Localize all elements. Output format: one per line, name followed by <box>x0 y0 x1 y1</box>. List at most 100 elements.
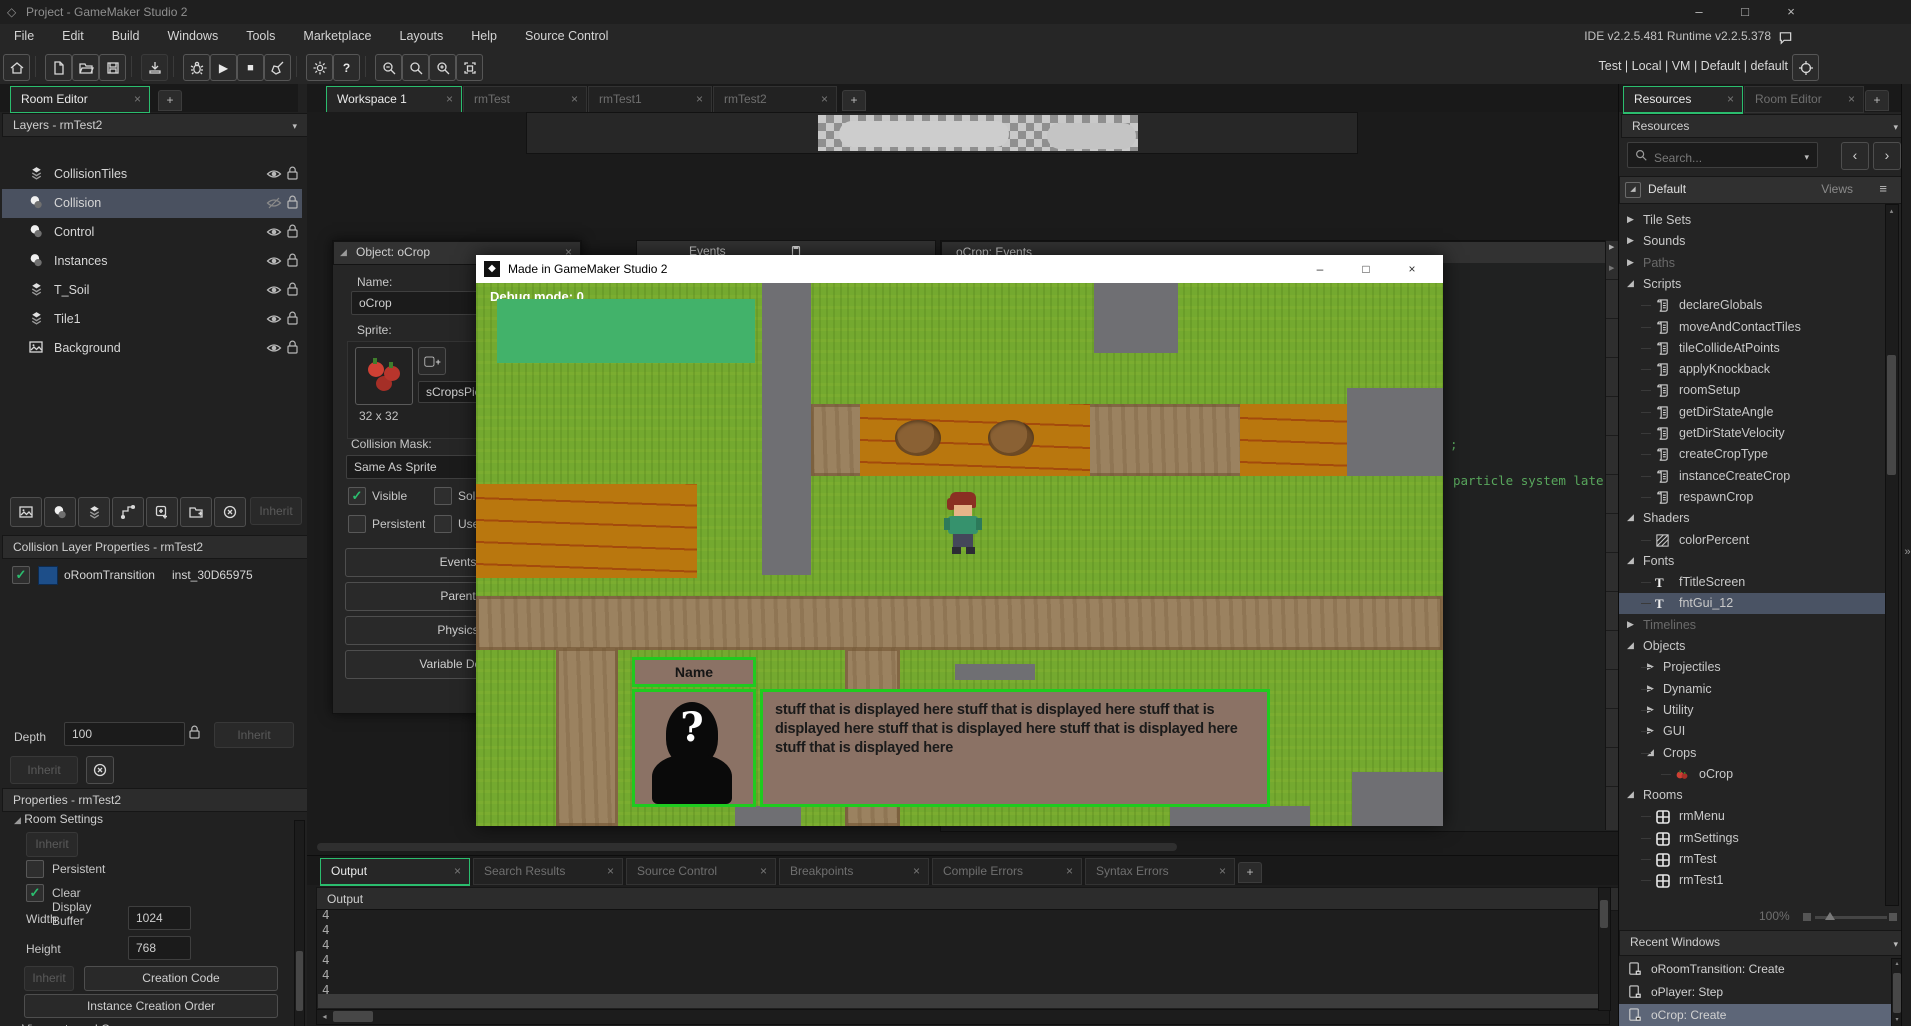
resource-rmsettings[interactable]: rmSettings <box>1619 828 1885 849</box>
output-tab-output[interactable]: Output× <box>320 858 470 886</box>
resource-fonts[interactable]: ◢Fonts <box>1619 551 1885 572</box>
persistent-checkbox[interactable] <box>348 515 366 533</box>
viewports-group[interactable]: ▸ Viewports and Cameras <box>14 1022 150 1026</box>
collapse-icon[interactable]: ◢ <box>1627 512 1634 523</box>
resource-dynamic[interactable]: ▶Dynamic <box>1619 679 1885 700</box>
open-project-button[interactable] <box>72 54 99 81</box>
clean-button[interactable] <box>264 54 291 81</box>
windows-layout-button[interactable] <box>456 54 483 81</box>
output-tab-source-control[interactable]: Source Control× <box>626 858 776 885</box>
game-window-titlebar[interactable]: ◆ Made in GameMaker Studio 2 – □ × <box>476 255 1443 283</box>
maximize-button[interactable]: □ <box>1722 0 1768 24</box>
zoom-out-button[interactable] <box>375 54 402 81</box>
creation-code-button[interactable]: Creation Code <box>84 966 278 991</box>
scrollbar-thumb[interactable] <box>296 951 303 1011</box>
settings-button[interactable] <box>306 54 333 81</box>
lock-icon[interactable] <box>286 281 300 298</box>
expand-icon[interactable]: ▶ <box>1627 214 1634 225</box>
resource-moveandcontacttiles[interactable]: moveAndContactTiles <box>1619 317 1885 338</box>
use-checkbox[interactable] <box>434 515 452 533</box>
close-icon[interactable]: × <box>696 87 703 111</box>
scroll-up-arrow[interactable]: ▴ <box>1893 960 1901 969</box>
depth-lock-icon[interactable] <box>188 724 201 740</box>
sol-checkbox[interactable] <box>434 487 452 505</box>
clear-inherit-button[interactable] <box>86 756 114 784</box>
depth-input[interactable]: 100 <box>64 722 185 746</box>
workspace-tab-rmtest2[interactable]: rmTest2× <box>713 86 837 113</box>
resource-projectiles[interactable]: ▶Projectiles <box>1619 657 1885 678</box>
close-icon[interactable]: × <box>446 87 453 111</box>
resource-paths[interactable]: ▶Paths <box>1619 253 1885 274</box>
dock-collapse-strip[interactable]: » <box>1901 84 1911 1026</box>
workspace-hscrollbar[interactable] <box>317 843 1177 851</box>
resource-rmmenu[interactable]: rmMenu <box>1619 806 1885 827</box>
workspace-tab-rmtest1[interactable]: rmTest1× <box>588 86 712 113</box>
resource-rmtest1[interactable]: rmTest1 <box>1619 870 1885 891</box>
close-icon[interactable]: × <box>1848 87 1855 111</box>
scroll-up-arrow[interactable]: ▴ <box>1887 207 1896 217</box>
collapse-icon[interactable]: ◢ <box>1627 640 1634 651</box>
resource-declareglobals[interactable]: declareGlobals <box>1619 295 1885 316</box>
resource-shaders[interactable]: ◢Shaders <box>1619 508 1885 529</box>
resource-instancecreatecrop[interactable]: instanceCreateCrop <box>1619 466 1885 487</box>
close-icon[interactable]: × <box>1219 859 1226 883</box>
expand-icon[interactable]: ▶ <box>1627 235 1634 246</box>
resource-colorpercent[interactable]: colorPercent <box>1619 530 1885 551</box>
recent-window-item[interactable]: oPlayer: Step <box>1619 981 1891 1004</box>
nav-back-button[interactable]: ‹ <box>1841 142 1869 170</box>
collapse-all-icon[interactable]: ◢ <box>1625 182 1641 198</box>
search-input[interactable]: Search...▾ <box>1627 142 1818 168</box>
close-icon[interactable]: × <box>821 87 828 111</box>
recent-windows-header[interactable]: Recent Windows▾ <box>1619 930 1909 956</box>
deploy-target-button[interactable] <box>141 54 168 81</box>
close-icon[interactable]: × <box>1727 87 1734 111</box>
eye-icon[interactable] <box>266 282 282 298</box>
workspace-tab-rmtest[interactable]: rmTest× <box>463 86 587 113</box>
add-layer-folder-button[interactable] <box>180 497 212 527</box>
layers-header[interactable]: Layers - rmTest2▾ <box>2 113 308 137</box>
expand-icon[interactable]: ▶ <box>1627 257 1634 268</box>
collapse-icon[interactable]: ◢ <box>340 242 347 263</box>
inherit-creation-button[interactable]: Inherit <box>24 966 74 991</box>
resource-tile-sets[interactable]: ▶Tile Sets <box>1619 210 1885 231</box>
output-tab-breakpoints[interactable]: Breakpoints× <box>779 858 929 885</box>
tab-room-editor[interactable]: Room Editor× <box>1744 86 1864 113</box>
scroll-left-arrow[interactable]: ◂ <box>318 1011 331 1022</box>
menu-edit[interactable]: Edit <box>48 24 98 48</box>
menu-layouts[interactable]: Layouts <box>386 24 458 48</box>
menu-windows[interactable]: Windows <box>154 24 233 48</box>
resources-header[interactable]: Resources▾ <box>1621 114 1909 138</box>
workspace-tab-workspace-1[interactable]: Workspace 1× <box>326 86 462 114</box>
menu-marketplace[interactable]: Marketplace <box>289 24 385 48</box>
add-output-tab-button[interactable]: + <box>1238 862 1262 883</box>
instance-color-swatch[interactable] <box>38 566 58 585</box>
menu-tools[interactable]: Tools <box>232 24 289 48</box>
room-inherit-button[interactable]: Inherit <box>26 832 78 857</box>
collapse-icon[interactable]: ◢ <box>1627 789 1634 800</box>
resource-getdirstatevelocity[interactable]: getDirStateVelocity <box>1619 423 1885 444</box>
menu-help[interactable]: Help <box>457 24 511 48</box>
depth-inherit-button[interactable]: Inherit <box>214 722 294 748</box>
resource-getdirstateangle[interactable]: getDirStateAngle <box>1619 402 1885 423</box>
game-maximize-button[interactable]: □ <box>1343 255 1389 283</box>
resource-fntgui_12[interactable]: TfntGui_12 <box>1619 593 1885 614</box>
eye-icon[interactable] <box>266 224 282 240</box>
add-tab-button[interactable]: + <box>158 90 182 111</box>
menu-file[interactable]: File <box>0 24 48 48</box>
zoom-slider-thumb[interactable] <box>1825 912 1835 920</box>
close-icon[interactable]: × <box>1066 859 1073 883</box>
scrollbar-thumb[interactable] <box>1600 900 1608 928</box>
close-icon[interactable]: × <box>913 859 920 883</box>
layer-inherit-button[interactable]: Inherit <box>250 497 302 525</box>
layer-row-collisiontiles[interactable]: CollisionTiles <box>2 160 302 189</box>
debug-button[interactable] <box>183 54 210 81</box>
expand-icon[interactable]: ▶ <box>1627 619 1634 630</box>
background-layer-button[interactable] <box>10 497 42 527</box>
help-button[interactable]: ? <box>333 54 360 81</box>
scrollbar-thumb[interactable] <box>1887 355 1896 475</box>
tab-resources[interactable]: Resources× <box>1623 86 1743 114</box>
output-tab-compile-errors[interactable]: Compile Errors× <box>932 858 1082 885</box>
resource-respawncrop[interactable]: respawnCrop <box>1619 487 1885 508</box>
home-button[interactable] <box>3 54 30 81</box>
room-width-input[interactable]: 1024 <box>128 906 191 930</box>
